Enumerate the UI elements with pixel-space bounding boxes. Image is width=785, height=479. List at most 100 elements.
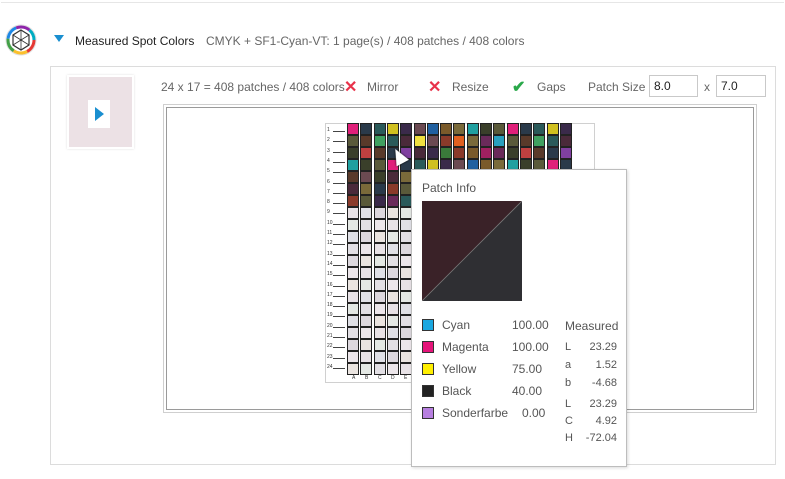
color-patch[interactable]: [373, 291, 386, 303]
color-patch[interactable]: [360, 315, 373, 327]
color-patch[interactable]: [386, 291, 399, 303]
color-patch[interactable]: [493, 135, 506, 147]
color-patch[interactable]: [347, 243, 359, 255]
play-icon[interactable]: [88, 100, 110, 128]
color-patch[interactable]: [360, 207, 373, 219]
color-patch[interactable]: [533, 147, 546, 159]
color-patch[interactable]: [386, 219, 399, 231]
color-patch[interactable]: [360, 351, 373, 363]
color-patch[interactable]: [386, 171, 399, 183]
color-patch[interactable]: [466, 135, 479, 147]
color-patch[interactable]: [373, 231, 386, 243]
color-patch[interactable]: [347, 219, 359, 231]
color-patch[interactable]: [506, 123, 519, 135]
color-patch[interactable]: [413, 147, 426, 159]
color-patch[interactable]: [360, 339, 373, 351]
color-patch[interactable]: [347, 183, 359, 195]
color-patch[interactable]: [347, 135, 359, 147]
color-patch[interactable]: [386, 363, 399, 375]
color-patch[interactable]: [440, 135, 453, 147]
color-patch[interactable]: [347, 171, 359, 183]
color-patch[interactable]: [360, 219, 373, 231]
color-patch[interactable]: [413, 123, 426, 135]
color-patch[interactable]: [373, 171, 386, 183]
color-patch[interactable]: [373, 147, 386, 159]
resize-toggle[interactable]: Resize: [452, 80, 489, 94]
color-patch[interactable]: [347, 195, 359, 207]
color-patch[interactable]: [519, 135, 532, 147]
color-patch[interactable]: [386, 339, 399, 351]
color-patch[interactable]: [360, 303, 373, 315]
color-patch[interactable]: [360, 195, 373, 207]
color-patch[interactable]: [386, 327, 399, 339]
color-patch[interactable]: [373, 303, 386, 315]
patch-width-input[interactable]: 8.0: [649, 75, 698, 97]
color-patch[interactable]: [373, 363, 386, 375]
color-patch[interactable]: [506, 147, 519, 159]
color-patch[interactable]: [360, 135, 373, 147]
section-title[interactable]: Measured Spot Colors: [75, 34, 194, 48]
color-patch[interactable]: [386, 315, 399, 327]
color-patch[interactable]: [360, 183, 373, 195]
color-patch[interactable]: [347, 123, 359, 135]
color-patch[interactable]: [373, 195, 386, 207]
color-patch[interactable]: [360, 327, 373, 339]
color-patch[interactable]: [546, 123, 559, 135]
color-patch[interactable]: [360, 291, 373, 303]
color-patch[interactable]: [360, 255, 373, 267]
color-patch[interactable]: [373, 207, 386, 219]
color-patch[interactable]: [386, 207, 399, 219]
collapse-triangle-icon[interactable]: [54, 35, 64, 42]
color-patch[interactable]: [360, 123, 373, 135]
color-patch[interactable]: [519, 147, 532, 159]
gaps-toggle[interactable]: Gaps: [537, 80, 566, 94]
gaps-check-icon[interactable]: ✔: [512, 77, 525, 97]
color-patch[interactable]: [519, 123, 532, 135]
color-patch[interactable]: [373, 339, 386, 351]
color-patch[interactable]: [400, 135, 413, 147]
color-patch[interactable]: [360, 279, 373, 291]
color-patch[interactable]: [426, 147, 439, 159]
color-patch[interactable]: [466, 123, 479, 135]
color-patch[interactable]: [440, 123, 453, 135]
color-patch[interactable]: [533, 123, 546, 135]
color-patch[interactable]: [400, 123, 413, 135]
color-patch[interactable]: [373, 135, 386, 147]
color-patch[interactable]: [480, 147, 492, 159]
color-patch[interactable]: [373, 255, 386, 267]
color-patch[interactable]: [347, 207, 359, 219]
color-patch[interactable]: [373, 351, 386, 363]
color-patch[interactable]: [386, 195, 399, 207]
color-patch[interactable]: [347, 159, 359, 171]
color-patch[interactable]: [493, 123, 506, 135]
color-patch[interactable]: [347, 231, 359, 243]
color-patch[interactable]: [347, 267, 359, 279]
color-patch[interactable]: [360, 363, 373, 375]
color-patch[interactable]: [347, 147, 359, 159]
color-patch[interactable]: [559, 147, 572, 159]
color-patch[interactable]: [559, 123, 572, 135]
color-patch[interactable]: [426, 123, 439, 135]
resize-x-icon[interactable]: ✕: [428, 77, 441, 97]
color-patch[interactable]: [360, 231, 373, 243]
color-patch[interactable]: [386, 255, 399, 267]
color-patch[interactable]: [386, 231, 399, 243]
color-patch[interactable]: [386, 183, 399, 195]
color-patch[interactable]: [386, 243, 399, 255]
color-patch[interactable]: [413, 135, 426, 147]
color-patch[interactable]: [360, 159, 373, 171]
color-patch[interactable]: [546, 147, 559, 159]
color-patch[interactable]: [546, 135, 559, 147]
patch-height-input[interactable]: 7.0: [716, 75, 766, 97]
color-patch[interactable]: [506, 135, 519, 147]
color-patch[interactable]: [373, 267, 386, 279]
color-patch[interactable]: [453, 135, 466, 147]
color-patch[interactable]: [347, 327, 359, 339]
color-patch[interactable]: [373, 327, 386, 339]
color-patch[interactable]: [453, 123, 466, 135]
color-patch[interactable]: [386, 279, 399, 291]
color-patch[interactable]: [347, 315, 359, 327]
color-patch[interactable]: [386, 303, 399, 315]
color-patch[interactable]: [347, 363, 359, 375]
color-patch[interactable]: [373, 243, 386, 255]
